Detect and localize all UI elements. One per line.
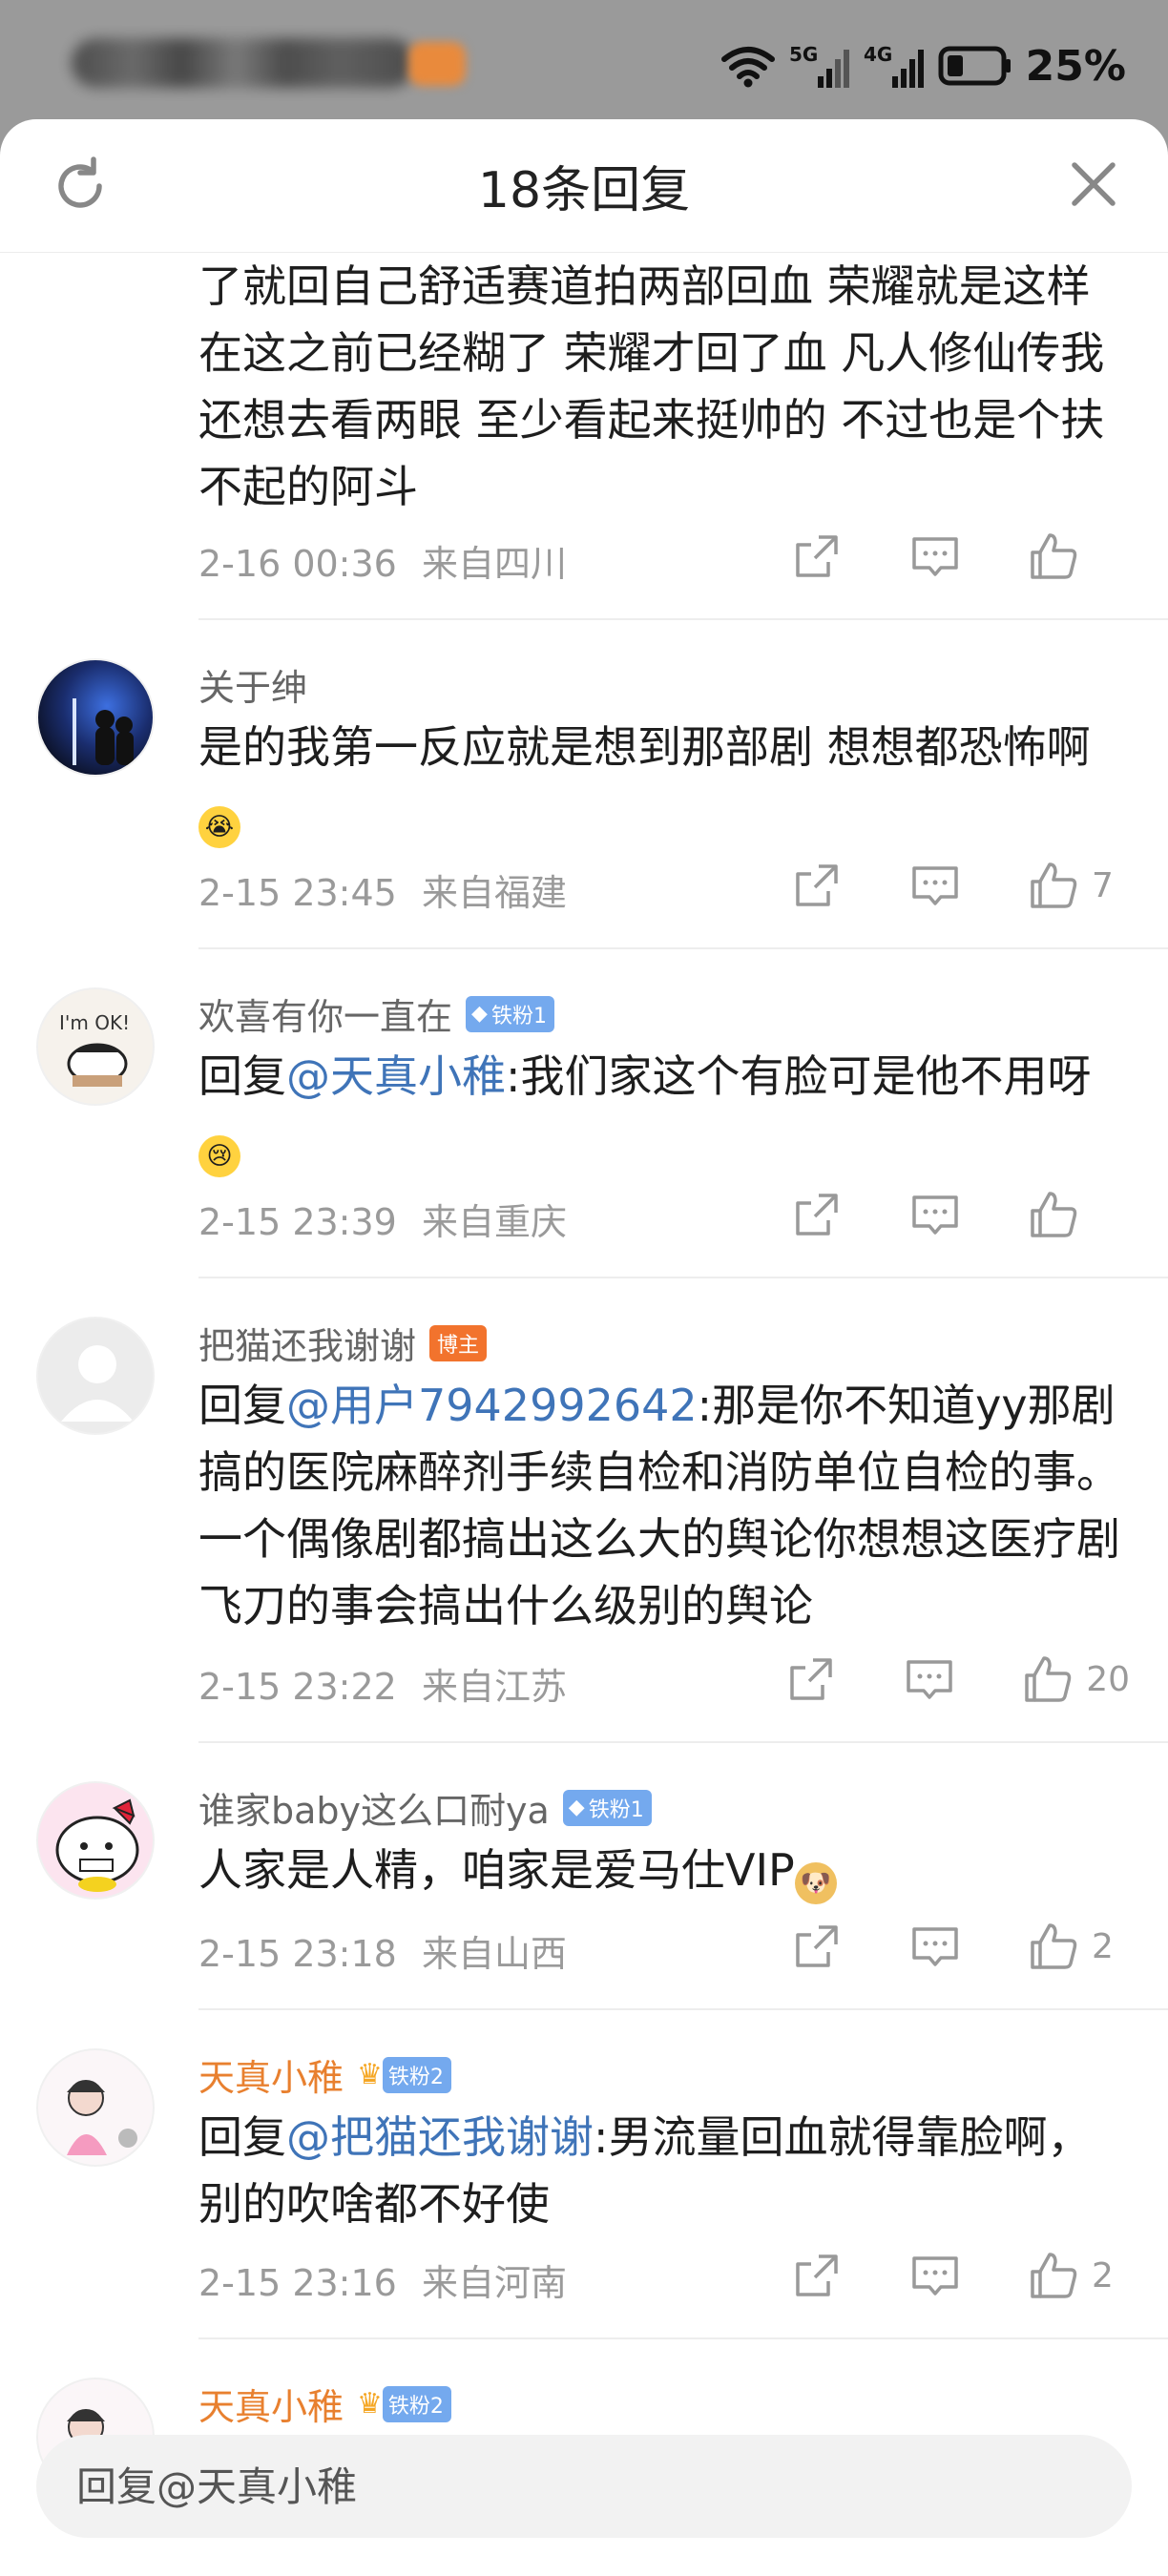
comment-icon[interactable] [908, 530, 962, 583]
mention-link[interactable]: @天真小稚 [286, 1050, 506, 1102]
close-icon[interactable] [1067, 157, 1120, 211]
comment-actions: 7 [725, 859, 1130, 912]
share-icon[interactable] [790, 1920, 844, 1973]
list-item: 谁家baby这么口耐ya ◆ 铁粉1 人家是人精，咱家是爱马仕VIP 🐶 2-15… [0, 1743, 1168, 2010]
blurred-notification [72, 38, 415, 88]
list-item: I'm OK! 欢喜有你一直在 ◆ 铁粉1 回复@天真小稚:我们家这个有脸可是他… [0, 949, 1168, 1278]
comment-icon[interactable] [908, 859, 962, 912]
comment-text: 回复@天真小稚:我们家这个有脸可是他不用呀😢 [198, 1043, 1130, 1177]
like-count: 7 [1092, 865, 1114, 905]
reply-list: 了就回自己舒适赛道拍两部回血 荣耀就是这样 在这之前已经糊了 荣耀才回了血 凡人… [0, 253, 1168, 2496]
fan-badge: ◆ 铁粉1 [562, 1789, 652, 1826]
doge-emoji-icon: 🐶 [794, 1862, 837, 1904]
comment-text: 人家是人精，咱家是爱马仕VIP 🐶 [198, 1837, 1130, 1904]
share-icon[interactable] [790, 859, 844, 912]
fan-badge: ◆ 铁粉1 [466, 995, 554, 1032]
crown-icon: ♛ [357, 2387, 383, 2420]
comment-time: 2-15 23:45 [198, 872, 397, 914]
avatar[interactable] [36, 1781, 155, 1900]
username[interactable]: 把猫还我谢谢 博主 [198, 1317, 488, 1369]
share-icon[interactable] [790, 530, 844, 583]
comment-text: 回复@把猫还我谢谢:男流量回血就得靠脸啊，别的吹啥都不好使 [198, 2111, 1092, 2230]
net1-label: 5G [789, 43, 818, 66]
username[interactable]: 欢喜有你一直在 ◆ 铁粉1 [198, 987, 554, 1040]
like-icon[interactable] [1027, 859, 1080, 912]
reply-input[interactable] [36, 2435, 1132, 2538]
crown-icon: ♛ [357, 2058, 383, 2091]
like-count: 20 [1086, 1659, 1130, 1699]
like-count: 2 [1092, 2255, 1114, 2296]
svg-text:4G: 4G [864, 43, 892, 66]
comment-time: 2-15 23:16 [198, 2262, 397, 2304]
mention-link[interactable]: @把猫还我谢谢 [286, 2111, 594, 2163]
comment-location: 来自重庆 [421, 1201, 567, 1243]
fan-badge: 铁粉2 [382, 2385, 451, 2422]
comment-text: 回复@用户7942992642:那是你不知道yy那剧搞的医院麻醉剂手续自检和消防… [198, 1380, 1120, 1631]
comment-actions [725, 530, 1130, 583]
share-icon[interactable] [790, 2249, 844, 2302]
comment-location: 来自河南 [421, 2262, 567, 2304]
comment-icon[interactable] [908, 1920, 962, 1973]
comment-actions: 2 [725, 2249, 1130, 2302]
share-icon[interactable] [790, 1188, 844, 1241]
username[interactable]: 关于绅 [198, 658, 307, 711]
status-icons: 5G 4G 25% [720, 36, 1126, 95]
comment-time: 2-16 00:36 [198, 543, 397, 585]
comment-icon[interactable] [903, 1652, 956, 1706]
wifi-icon [720, 47, 775, 88]
comment-actions: 20 [720, 1652, 1130, 1706]
comment-text: 了就回自己舒适赛道拍两部回血 荣耀就是这样 在这之前已经糊了 荣耀才回了血 凡人… [198, 260, 1105, 512]
mention-link[interactable]: @用户7942992642 [286, 1380, 698, 1431]
avatar[interactable] [36, 658, 155, 777]
list-item: 天真小稚 ♛ 铁粉2 回复@把猫还我谢谢:男流量回血就得靠脸啊，别的吹啥都不好使… [0, 2010, 1168, 2339]
list-item: 把猫还我谢谢 博主 回复@用户7942992642:那是你不知道yy那剧搞的医院… [0, 1278, 1168, 1743]
page-title: 18条回复 [477, 162, 691, 219]
like-icon[interactable] [1027, 1920, 1080, 1973]
status-bar: 5G 4G 25% [0, 0, 1168, 119]
like-icon[interactable] [1021, 1652, 1074, 1706]
like-icon[interactable] [1027, 530, 1080, 583]
crying-emoji-icon: 😭 [198, 806, 240, 848]
comment-icon[interactable] [908, 1188, 962, 1241]
comment-time: 2-15 23:39 [198, 1201, 397, 1243]
crying-emoji-icon: 😢 [198, 1135, 240, 1177]
sheet-header: 18条回复 [0, 119, 1168, 253]
username[interactable]: 天真小稚 ♛ 铁粉2 [198, 2378, 451, 2430]
avatar[interactable]: I'm OK! [36, 987, 155, 1106]
avatar[interactable] [36, 2048, 155, 2167]
host-badge: 博主 [429, 1324, 488, 1361]
comment-location: 来自江苏 [421, 1666, 567, 1708]
comment-actions [725, 1188, 1130, 1241]
fan-badge: 铁粉2 [382, 2056, 451, 2093]
comment-time: 2-15 23:18 [198, 1933, 397, 1975]
blurred-notification-icon [408, 42, 466, 86]
like-count: 2 [1092, 1926, 1114, 1966]
like-icon[interactable] [1027, 1188, 1080, 1241]
comment-actions: 2 [725, 1920, 1130, 1973]
battery-icon [938, 46, 1011, 86]
like-icon[interactable] [1027, 2249, 1080, 2302]
comment-text: 是的我第一反应就是想到那部剧 想想都恐怖啊😭 [198, 714, 1130, 848]
comment-location: 来自福建 [421, 872, 567, 914]
list-item: 关于绅 是的我第一反应就是想到那部剧 想想都恐怖啊😭 2-15 23:45 来自… [0, 620, 1168, 949]
share-icon[interactable] [784, 1652, 838, 1706]
comment-time: 2-15 23:22 [198, 1666, 397, 1708]
avatar[interactable] [36, 1317, 155, 1435]
comment-location: 来自山西 [421, 1933, 567, 1975]
replies-sheet: 18条回复 了就回自己舒适赛道拍两部回血 荣耀就是这样 在这之前已经糊了 荣耀才… [0, 119, 1168, 2576]
comment-icon[interactable] [908, 2249, 962, 2302]
svg-text:I'm OK!: I'm OK! [59, 1011, 130, 1034]
signal-4g-icon: 4G [864, 43, 924, 88]
list-item: 了就回自己舒适赛道拍两部回血 荣耀就是这样 在这之前已经糊了 荣耀才回了血 凡人… [0, 253, 1168, 620]
signal-5g-icon: 5G [789, 43, 849, 88]
username[interactable]: 谁家baby这么口耐ya ◆ 铁粉1 [198, 1781, 652, 1834]
comment-location: 来自四川 [421, 543, 567, 585]
reply-input-container [36, 2435, 1132, 2538]
username[interactable]: 天真小稚 ♛ 铁粉2 [198, 2048, 451, 2101]
battery-percentage: 25% [1025, 41, 1126, 91]
